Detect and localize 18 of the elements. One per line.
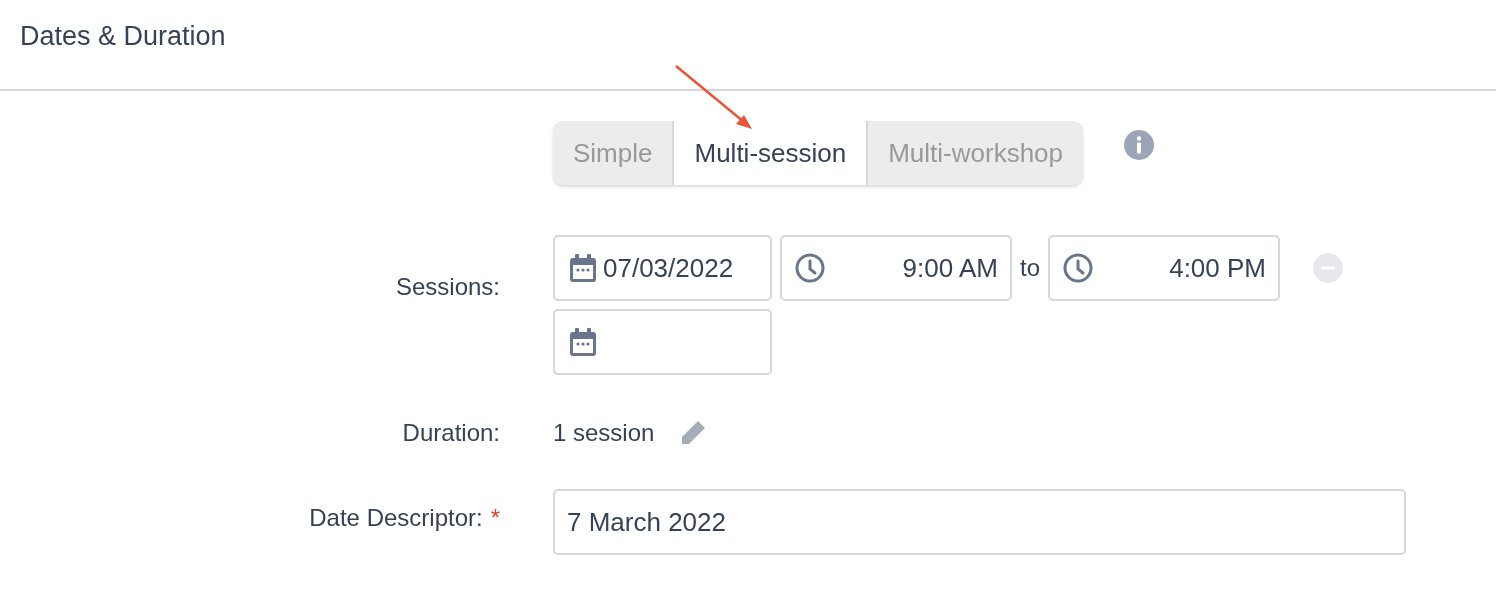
- duration-value: 1 session: [553, 418, 655, 448]
- date-field[interactable]: 07/03/2022: [553, 235, 772, 301]
- field-label: Sessions:: [394, 273, 500, 302]
- clock-icon: [794, 252, 826, 284]
- connector-text: to: [1020, 253, 1040, 283]
- text-field[interactable]: 7 March 2022: [553, 489, 1406, 555]
- section-title: Dates & Duration: [20, 20, 227, 53]
- calendar-icon: [567, 326, 599, 358]
- required-mark: *: [490, 504, 500, 531]
- time-field[interactable]: 9:00 AM: [780, 235, 1012, 301]
- date-field[interactable]: [553, 309, 772, 375]
- calendar-icon: [567, 252, 599, 284]
- time-field[interactable]: 4:00 PM: [1048, 235, 1280, 301]
- mode-tab[interactable]: Multi-session: [674, 121, 869, 185]
- info-icon[interactable]: [1123, 129, 1156, 161]
- field-label: Duration:: [401, 419, 500, 448]
- field-label: Date Descriptor:: [309, 504, 483, 531]
- clock-icon: [1062, 252, 1094, 284]
